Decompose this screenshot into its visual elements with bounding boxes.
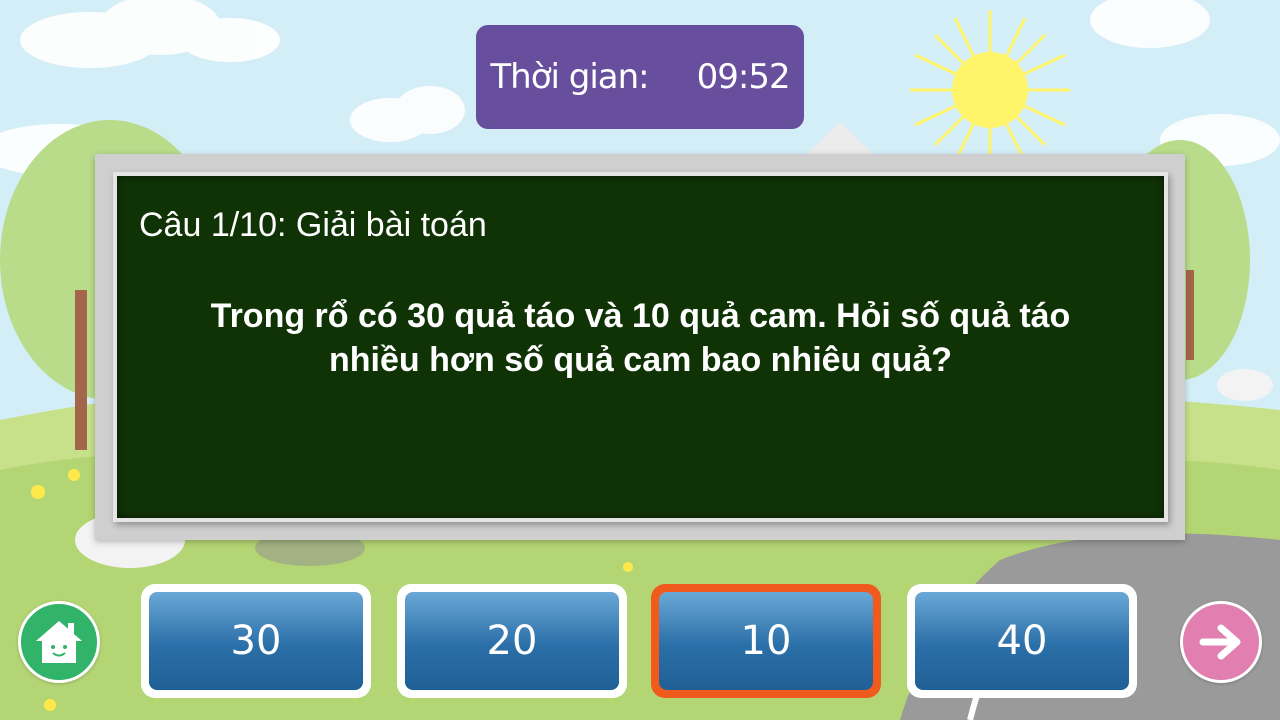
answer-button-3[interactable]: 10: [651, 584, 881, 698]
chalkboard: Câu 1/10: Giải bài toán Trong rổ có 30 q…: [113, 172, 1168, 522]
answer-label-2: 20: [405, 592, 619, 690]
question-header: Câu 1/10: Giải bài toán: [139, 206, 487, 244]
answer-button-1[interactable]: 30: [141, 584, 371, 698]
question-line-2: nhiều hơn số quả cam bao nhiêu quả?: [329, 341, 952, 379]
timer-value: 09:52: [696, 57, 791, 97]
question-text: Trong rổ có 30 quả táo và 10 quả cam. Hỏ…: [157, 294, 1124, 382]
answer-label-1: 30: [149, 592, 363, 690]
answer-button-2[interactable]: 20: [397, 584, 627, 698]
arrow-right-icon: [1199, 624, 1241, 660]
answer-label-3: 10: [659, 592, 873, 690]
question-line-1: Trong rổ có 30 quả táo và 10 quả cam. Hỏ…: [210, 297, 1071, 335]
timer-panel: Thời gian: 09:52: [476, 25, 804, 129]
answer-button-4[interactable]: 40: [907, 584, 1137, 698]
home-button[interactable]: [18, 601, 100, 683]
next-button[interactable]: [1180, 601, 1262, 683]
timer-label: Thời gian:: [490, 57, 649, 97]
house-icon: [36, 621, 82, 663]
answer-label-4: 40: [915, 592, 1129, 690]
